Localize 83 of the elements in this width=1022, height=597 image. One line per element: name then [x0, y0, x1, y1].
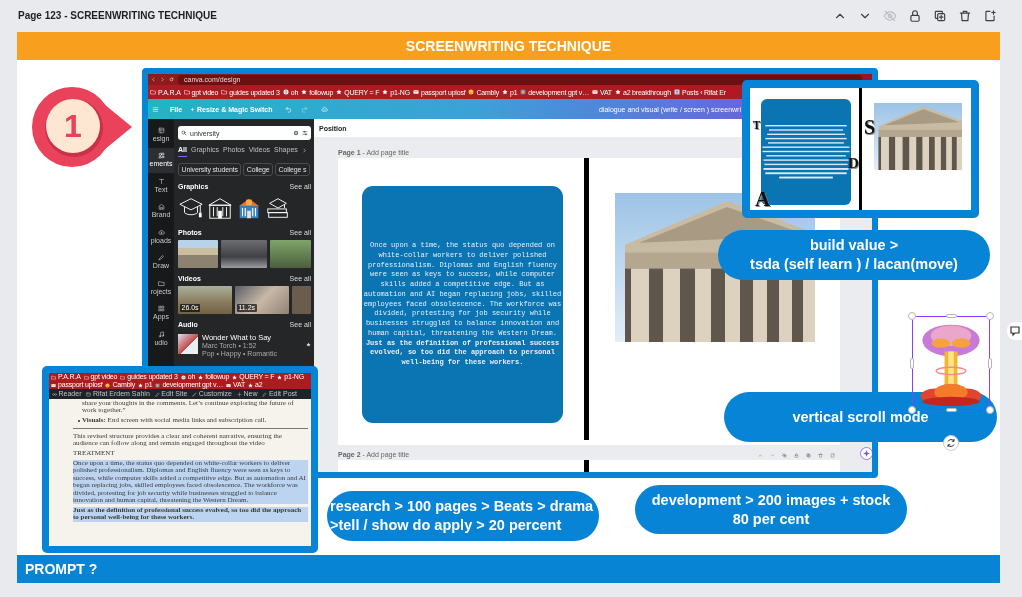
back-icon[interactable] — [151, 77, 156, 82]
pencil-icon — [262, 391, 268, 397]
star-icon — [248, 382, 253, 388]
resize-handle[interactable] — [988, 357, 992, 369]
star-icon — [382, 89, 389, 95]
layout-icon — [157, 126, 165, 134]
glasses-icon — [52, 391, 57, 397]
folder-icon — [221, 89, 228, 95]
text-tool-icon — [157, 177, 165, 185]
sparkle-icon — [190, 106, 196, 112]
music-note-icon — [157, 330, 165, 338]
grid-icon — [157, 305, 165, 313]
star-icon — [301, 89, 308, 95]
star-icon — [501, 89, 508, 95]
envelope-icon — [412, 89, 419, 95]
star-icon — [277, 374, 283, 380]
page-title: Page 123 - SCREENWRITING TECHNIQUE — [18, 10, 217, 22]
chevron-right-icon[interactable] — [301, 148, 307, 153]
video-thumbnail[interactable] — [292, 286, 311, 314]
star-icon — [614, 89, 621, 95]
comment-icon[interactable] — [1007, 322, 1022, 340]
lock-icon[interactable] — [908, 9, 922, 23]
search-icon — [181, 130, 187, 136]
pin-marker-icon — [30, 85, 134, 169]
cover-placeholder[interactable] — [178, 334, 198, 354]
magic-sparkle-icon[interactable] — [860, 447, 872, 460]
plus-icon — [236, 391, 242, 397]
photo-placeholder[interactable] — [221, 240, 267, 268]
brush-icon — [192, 391, 198, 397]
step-number: 1 — [63, 107, 83, 146]
folder-icon — [150, 89, 156, 95]
star-icon — [232, 374, 238, 380]
filter-icon[interactable] — [302, 130, 308, 136]
envelope-icon — [591, 89, 598, 95]
letter-label: S — [864, 117, 876, 137]
house-icon — [157, 203, 165, 211]
callout: build value > tsda (self learn ) / lacan(move) — [718, 230, 990, 280]
smiley-icon — [468, 89, 475, 95]
photo-placeholder[interactable] — [178, 240, 218, 268]
resize-handle[interactable] — [910, 357, 914, 369]
folder-icon — [51, 374, 56, 380]
rotate-icon[interactable] — [943, 435, 959, 451]
envelope-icon — [226, 382, 231, 388]
cloud-upload-icon — [157, 228, 165, 236]
avatar-icon — [673, 89, 680, 95]
resize-handle[interactable] — [908, 312, 916, 320]
add-page-icon[interactable] — [983, 9, 997, 23]
resize-handle[interactable] — [945, 314, 957, 318]
folder-icon — [183, 89, 190, 95]
footer-label: PROMPT ? — [25, 561, 98, 577]
envelope-icon — [51, 382, 56, 388]
star-icon[interactable] — [306, 342, 311, 347]
folder-icon — [157, 279, 165, 287]
pen-icon — [157, 254, 165, 262]
pencil-icon — [154, 391, 160, 397]
smiley-icon — [105, 382, 111, 388]
window-icon — [86, 391, 92, 397]
duplicate-icon[interactable] — [933, 9, 947, 23]
photo-placeholder[interactable] — [270, 240, 311, 268]
shapes-icon — [157, 152, 165, 160]
callout: research > 100 pages > Beats > drama >tell / show do apply > 20 percent — [327, 491, 599, 541]
letter-label: T — [752, 119, 761, 132]
star-icon — [138, 382, 143, 388]
callout: vertical scroll mode — [724, 392, 997, 442]
resize-handle[interactable] — [945, 408, 957, 412]
eye-slash-icon[interactable] — [782, 452, 787, 458]
star-icon — [198, 374, 204, 380]
cloud-check-icon[interactable] — [320, 105, 328, 113]
folder-icon — [120, 374, 126, 380]
clear-icon[interactable] — [293, 130, 299, 136]
slide-title: SCREENWRITING TECHNIQUE — [405, 38, 612, 54]
resize-handle[interactable] — [986, 312, 994, 320]
reload-icon[interactable] — [169, 77, 174, 82]
resize-handle[interactable] — [986, 406, 994, 414]
app-icon — [520, 89, 527, 95]
star-icon — [336, 89, 343, 95]
folder-icon — [83, 374, 89, 380]
trash-icon[interactable] — [958, 9, 972, 23]
globe-icon — [282, 89, 289, 95]
app-icon — [155, 382, 161, 388]
callout: development > 200 images + stock 80 per cent — [635, 485, 907, 534]
forward-icon[interactable] — [160, 77, 165, 82]
globe-icon — [180, 374, 186, 380]
